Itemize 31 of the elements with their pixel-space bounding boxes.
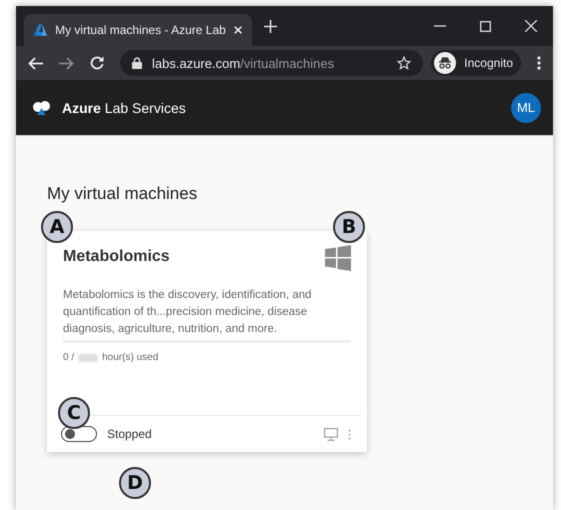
app-title: Azure Lab Services [62, 100, 186, 116]
address-bar[interactable]: labs.azure.com/virtualmachines [120, 50, 424, 76]
tab-title: My virtual machines - Azure Lab [55, 23, 226, 37]
close-icon[interactable] [525, 20, 537, 32]
spy-icon [434, 52, 456, 74]
back-icon[interactable] [28, 56, 43, 70]
lock-icon [132, 57, 142, 69]
redacted-mark [78, 354, 98, 362]
reload-icon[interactable] [90, 56, 104, 70]
usage-text: hour(s) used [102, 352, 158, 363]
user-avatar[interactable]: ML [511, 92, 541, 122]
maximize-icon[interactable] [480, 20, 491, 32]
forward-icon[interactable] [59, 56, 74, 70]
usage-text: 0 / [63, 352, 74, 363]
new-tab-icon[interactable] [264, 20, 277, 32]
vm-title: Metabolomics [63, 248, 170, 266]
monitor-icon[interactable] [324, 428, 338, 440]
windows-logo-icon [325, 245, 351, 271]
url-text: labs.azure.com/virtualmachines [152, 56, 334, 70]
vm-description: Metabolomics is the discovery, identification, and quantification of th...precision medicine, disease diagnosis, agriculture, nutrition, and more. [63, 288, 312, 337]
vm-status: Stopped [107, 427, 152, 441]
callout-marker: A [41, 211, 73, 243]
triangle-logo-icon [34, 23, 48, 37]
more-icon[interactable] [537, 56, 541, 70]
incognito-button[interactable]: Incognito [431, 50, 521, 76]
star-icon[interactable] [397, 56, 412, 70]
callout-marker: D [119, 467, 151, 499]
page-heading: My virtual machines [47, 184, 198, 204]
cloud-logo-icon [32, 100, 52, 116]
browser-tab[interactable]: My virtual machines - Azure Lab [24, 14, 252, 46]
callout-marker: B [333, 211, 365, 243]
